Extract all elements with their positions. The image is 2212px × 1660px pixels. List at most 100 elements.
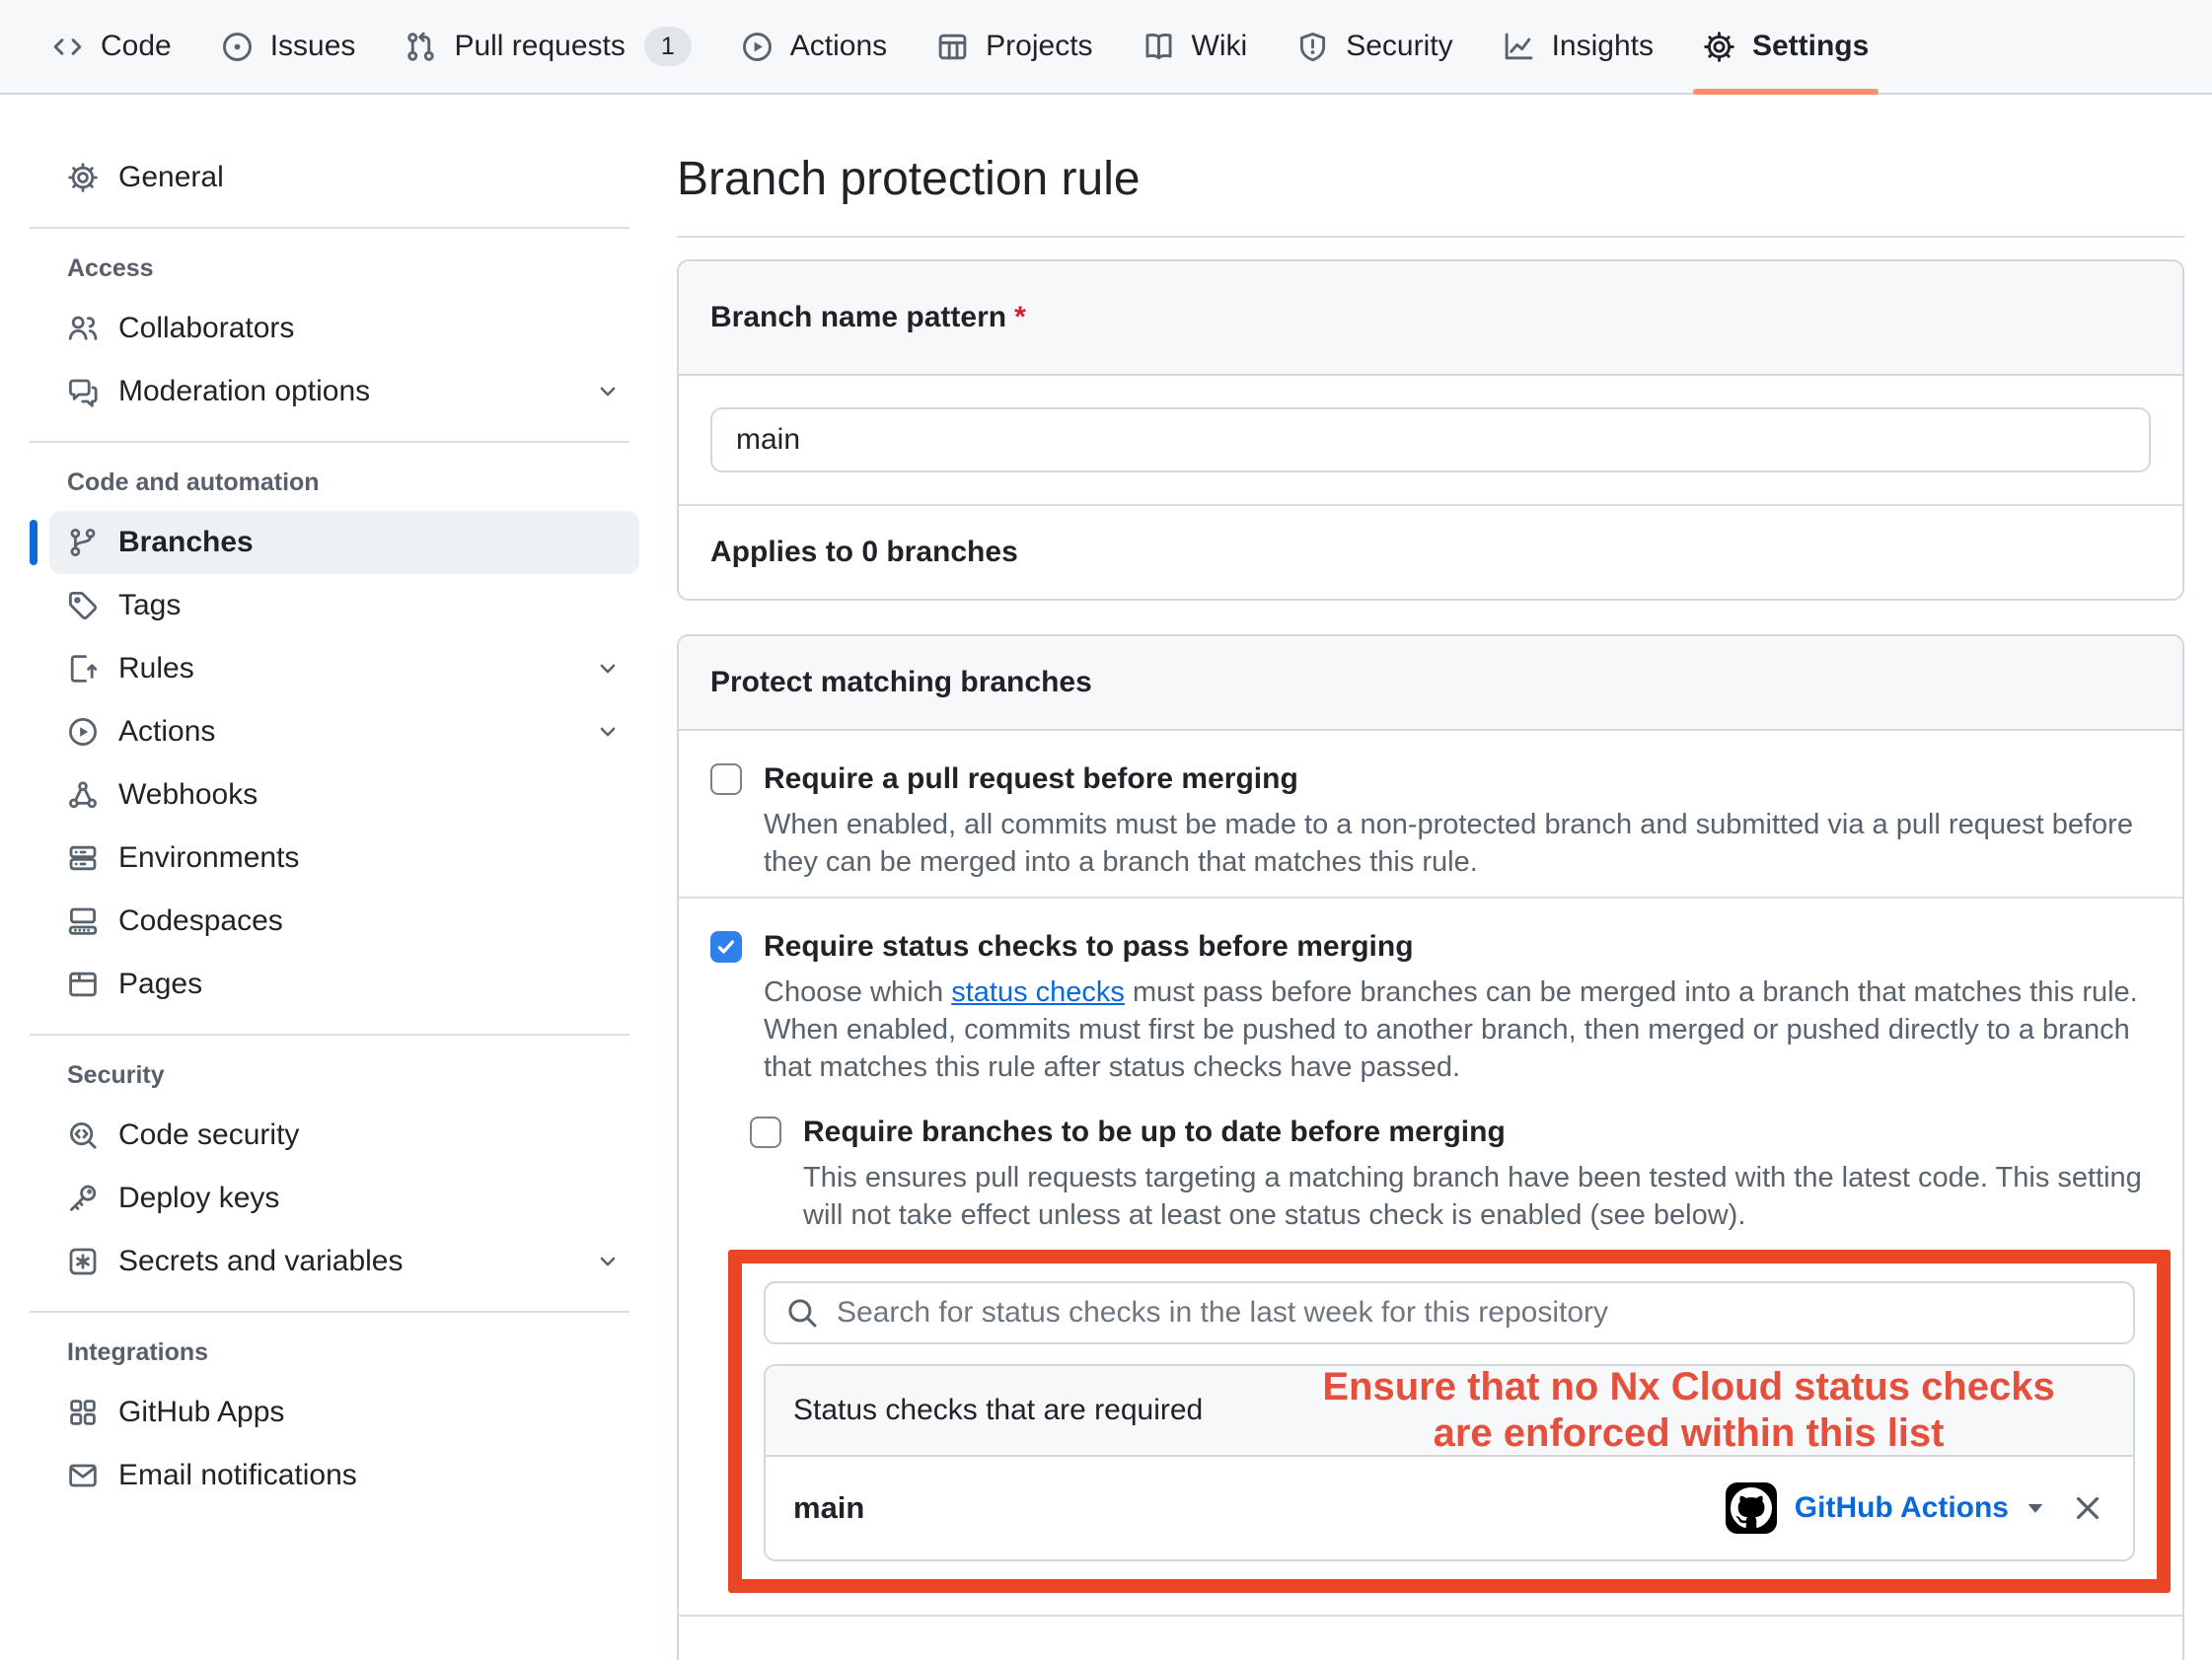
- remove-status-check-icon[interactable]: [2070, 1490, 2105, 1526]
- table-icon: [936, 31, 969, 63]
- required-asterisk: *: [1014, 301, 1026, 333]
- require-status-checks-checkbox[interactable]: [710, 931, 742, 963]
- require-pull-request-checkbox[interactable]: [710, 763, 742, 795]
- sidebar-item-general[interactable]: General: [49, 146, 639, 209]
- tab-code[interactable]: Code: [30, 0, 193, 93]
- tab-settings[interactable]: Settings: [1681, 0, 1890, 93]
- sidebar-section-code-automation: Code and automation: [67, 469, 639, 497]
- sidebar-item-secrets-variables[interactable]: Secrets and variables: [49, 1230, 639, 1293]
- tab-label: Actions: [790, 30, 887, 63]
- tab-label: Insights: [1552, 30, 1654, 63]
- sidebar-item-moderation-options[interactable]: Moderation options: [49, 360, 639, 423]
- caret-down-icon[interactable]: [2023, 1495, 2048, 1521]
- sidebar-item-email-notifications[interactable]: Email notifications: [49, 1444, 639, 1507]
- gear-icon: [1703, 31, 1735, 63]
- tab-label: Security: [1346, 30, 1452, 63]
- sidebar-item-label: Moderation options: [118, 375, 370, 408]
- octocat-icon: [1731, 1487, 1772, 1529]
- sidebar-item-pages[interactable]: Pages: [49, 953, 639, 1016]
- require-pull-request-description: When enabled, all commits must be made t…: [764, 806, 2151, 881]
- search-icon: [785, 1296, 819, 1330]
- sidebar-item-deploy-keys[interactable]: Deploy keys: [49, 1167, 639, 1230]
- sidebar-item-label: General: [118, 161, 224, 194]
- sidebar-divider: [30, 227, 629, 229]
- tab-pull-requests[interactable]: Pull requests 1: [383, 0, 712, 93]
- option-require-status-checks: Require status checks to pass before mer…: [679, 897, 2182, 1660]
- required-status-checks-header: Status checks that are required Ensure t…: [766, 1366, 2133, 1457]
- sidebar-item-branches[interactable]: Branches: [49, 511, 639, 574]
- sidebar-item-github-apps[interactable]: GitHub Apps: [49, 1381, 639, 1444]
- sidebar-item-codespaces[interactable]: Codespaces: [49, 890, 639, 953]
- tab-label: Settings: [1752, 30, 1869, 63]
- require-pull-request-label: Require a pull request before merging: [764, 760, 1298, 798]
- chevron-down-icon: [594, 718, 622, 746]
- sidebar-item-collaborators[interactable]: Collaborators: [49, 297, 639, 360]
- chevron-down-icon: [594, 378, 622, 405]
- play-icon: [67, 716, 99, 748]
- sidebar-item-code-security[interactable]: Code security: [49, 1104, 639, 1167]
- pull-requests-count-badge: 1: [644, 27, 692, 66]
- sidebar-item-label: Actions: [118, 715, 215, 749]
- sidebar-item-label: Secrets and variables: [118, 1245, 404, 1278]
- protect-matching-branches-header: Protect matching branches: [679, 636, 2182, 731]
- annotation-line-1: Ensure that no Nx Cloud status checks: [1322, 1365, 2054, 1408]
- sidebar-item-label: Rules: [118, 652, 194, 686]
- description-text: Choose which: [764, 976, 951, 1008]
- play-icon: [741, 31, 774, 63]
- tab-actions[interactable]: Actions: [719, 0, 909, 93]
- tab-issues[interactable]: Issues: [199, 0, 378, 93]
- annotation-text: Ensure that no Nx Cloud status checks ar…: [1258, 1364, 2119, 1457]
- tab-label: Wiki: [1192, 30, 1248, 63]
- mail-icon: [67, 1460, 99, 1491]
- sidebar-section-security: Security: [67, 1061, 639, 1090]
- issue-opened-icon: [221, 31, 254, 63]
- tab-label: Code: [101, 30, 172, 63]
- sidebar-item-environments[interactable]: Environments: [49, 827, 639, 890]
- annotation-line-2: are enforced within this list: [1434, 1411, 1945, 1455]
- github-actions-link[interactable]: GitHub Actions: [1795, 1491, 2009, 1525]
- required-status-checks-title: Status checks that are required: [793, 1394, 1203, 1427]
- require-up-to-date-description: This ensures pull requests targeting a m…: [803, 1159, 2151, 1234]
- git-branch-icon: [67, 527, 99, 558]
- require-status-checks-description: Choose which status checks must pass bef…: [764, 974, 2151, 1086]
- protect-matching-branches-card: Protect matching branches Require a pull…: [677, 634, 2184, 1660]
- webhook-icon: [67, 779, 99, 811]
- status-checks-link[interactable]: status checks: [951, 976, 1125, 1008]
- sidebar-item-tags[interactable]: Tags: [49, 574, 639, 637]
- sidebar-item-label: Collaborators: [118, 312, 294, 345]
- sidebar-item-webhooks[interactable]: Webhooks: [49, 763, 639, 827]
- apps-grid-icon: [67, 1397, 99, 1428]
- sidebar-item-actions[interactable]: Actions: [49, 700, 639, 763]
- sidebar-item-label: Webhooks: [118, 778, 258, 812]
- status-check-meta: GitHub Actions: [1726, 1482, 2105, 1534]
- asterisk-box-icon: [67, 1246, 99, 1277]
- key-icon: [67, 1183, 99, 1214]
- tab-wiki[interactable]: Wiki: [1121, 0, 1270, 93]
- tab-security[interactable]: Security: [1275, 0, 1474, 93]
- code-scan-icon: [67, 1119, 99, 1151]
- require-up-to-date-checkbox[interactable]: [750, 1117, 781, 1148]
- sidebar-divider: [30, 1034, 629, 1036]
- sidebar-item-label: Codespaces: [118, 904, 283, 938]
- shield-icon: [1296, 31, 1329, 63]
- tab-insights[interactable]: Insights: [1481, 0, 1675, 93]
- gear-icon: [67, 162, 99, 193]
- branch-name-pattern-body: [679, 376, 2182, 504]
- people-icon: [67, 313, 99, 344]
- page-title: Branch protection rule: [677, 144, 2184, 238]
- next-section-clipped: [710, 1617, 2151, 1640]
- option-require-pull-request: Require a pull request before merging Wh…: [679, 731, 2182, 897]
- sidebar-item-rules[interactable]: Rules: [49, 637, 639, 700]
- sidebar-section-integrations: Integrations: [67, 1338, 639, 1367]
- status-check-search-input[interactable]: [764, 1281, 2135, 1344]
- active-tab-underline: [1693, 89, 1879, 95]
- tab-projects[interactable]: Projects: [915, 0, 1114, 93]
- branch-name-pattern-input[interactable]: [710, 407, 2151, 472]
- status-check-row: main GitHub Actions: [766, 1457, 2133, 1559]
- tab-label: Pull requests: [454, 30, 625, 63]
- tab-label: Projects: [986, 30, 1092, 63]
- status-check-name: main: [793, 1490, 864, 1526]
- sidebar-item-label: GitHub Apps: [118, 1396, 284, 1429]
- branch-name-pattern-label: Branch name pattern: [710, 301, 1006, 333]
- tab-label: Issues: [270, 30, 356, 63]
